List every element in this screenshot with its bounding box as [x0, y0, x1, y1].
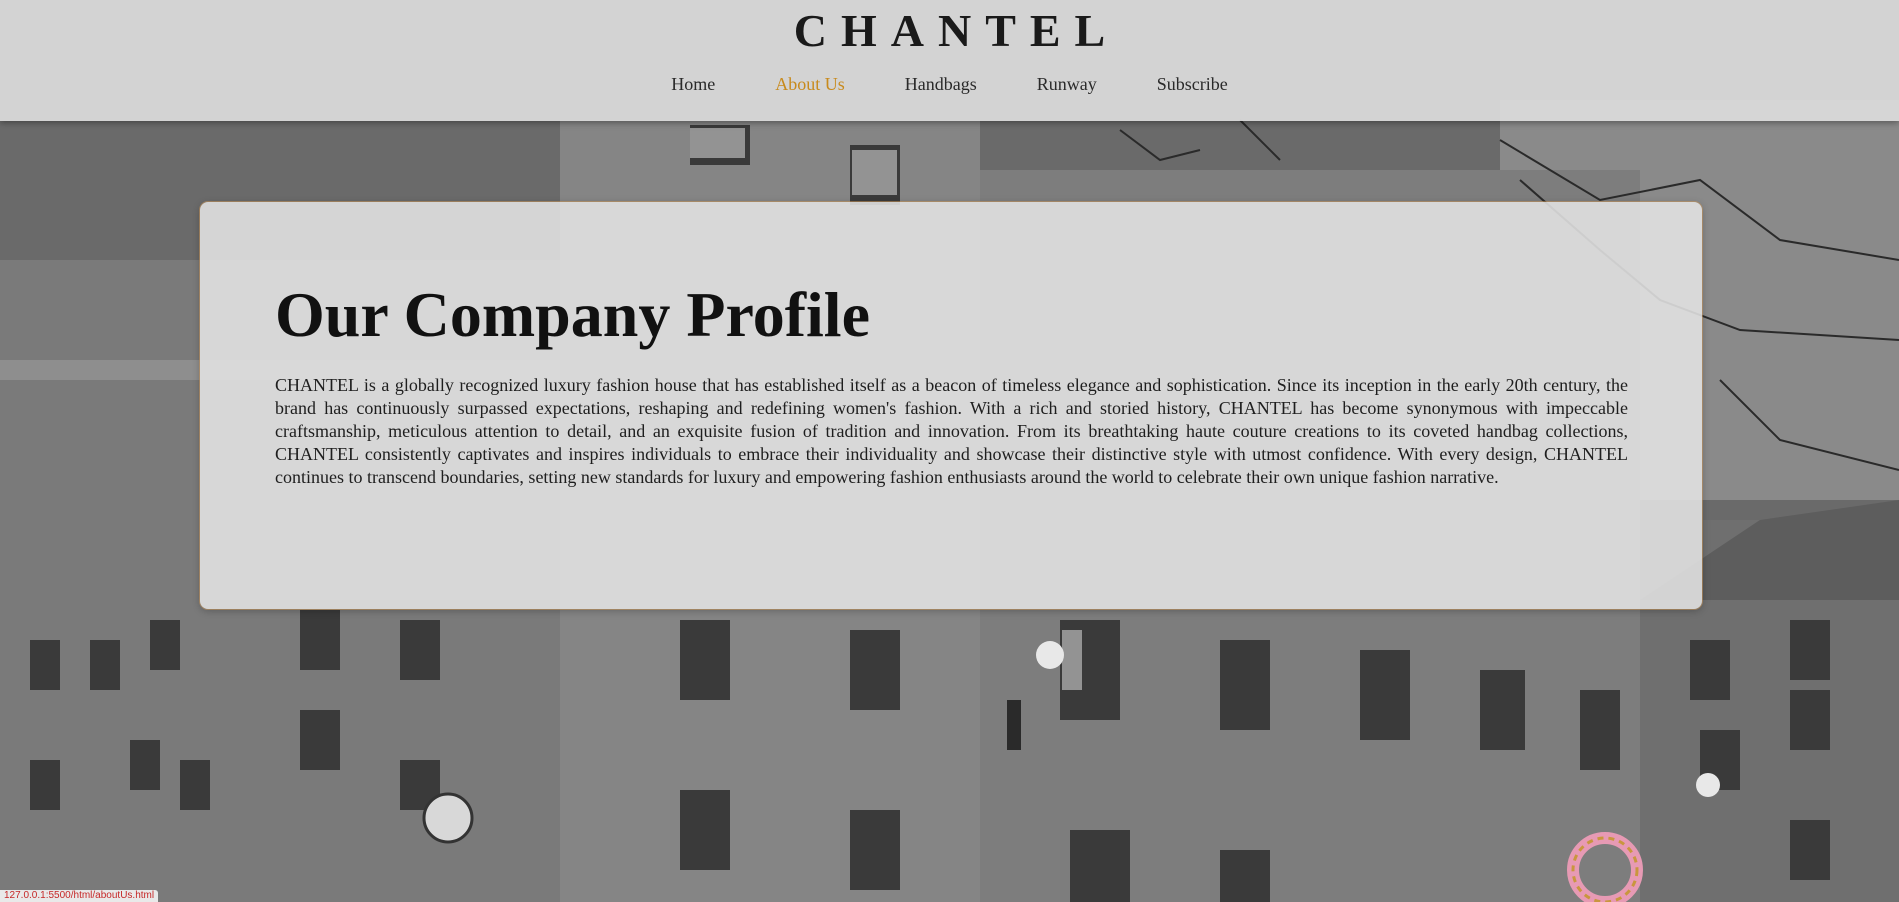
- nav-item-subscribe[interactable]: Subscribe: [1157, 74, 1228, 95]
- browser-status-url: 127.0.0.1:5500/html/aboutUs.html: [0, 890, 159, 902]
- nav-item-about-us[interactable]: About Us: [775, 74, 845, 95]
- nav-item-handbags[interactable]: Handbags: [905, 74, 977, 95]
- company-profile-card: Our Company Profile CHANTEL is a globall…: [200, 202, 1702, 609]
- brand-logo[interactable]: CHANTEL: [0, 4, 1899, 57]
- page-title: Our Company Profile: [275, 279, 870, 350]
- nav-item-home[interactable]: Home: [671, 74, 715, 95]
- site-header: CHANTEL Home About Us Handbags Runway Su…: [0, 0, 1899, 121]
- nav-item-runway[interactable]: Runway: [1037, 74, 1097, 95]
- company-profile-text: CHANTEL is a globally recognized luxury …: [275, 375, 1628, 487]
- main-nav: Home About Us Handbags Runway Subscribe: [0, 74, 1899, 95]
